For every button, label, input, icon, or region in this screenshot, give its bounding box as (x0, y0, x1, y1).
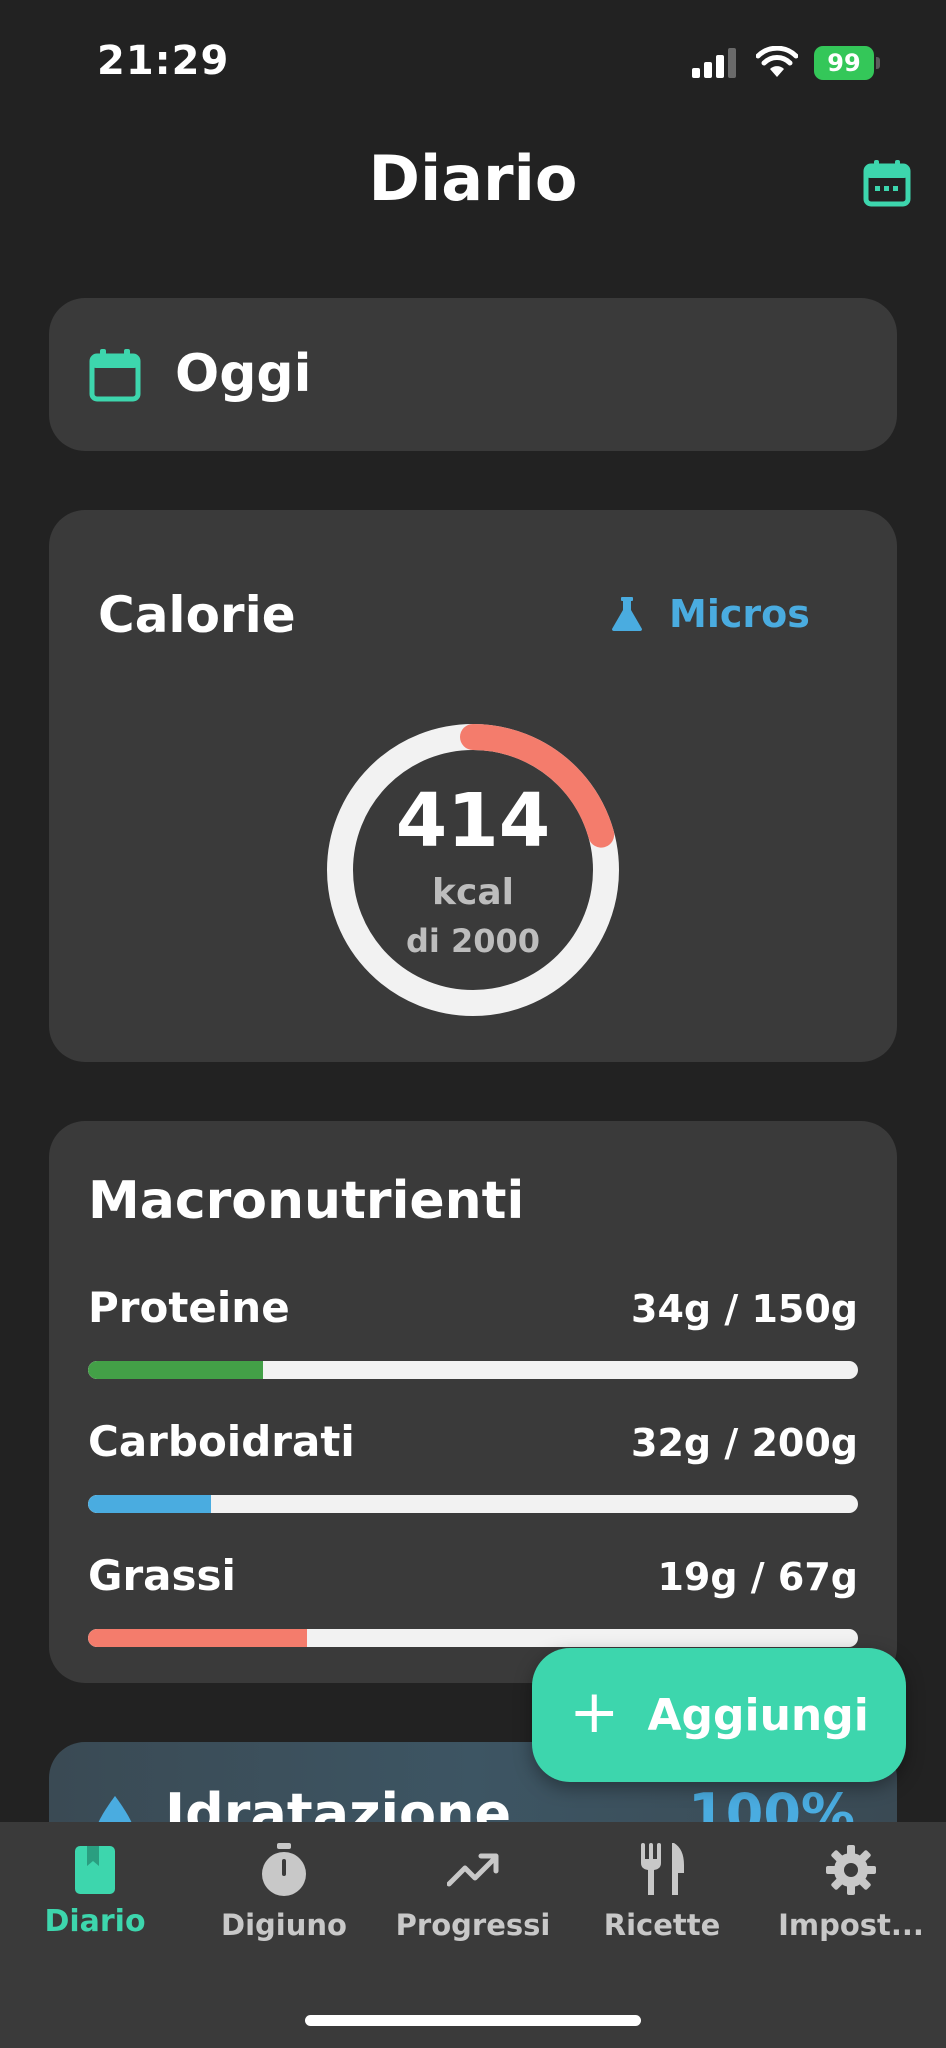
calendar-icon[interactable] (862, 158, 912, 208)
tab-impostazioni[interactable]: Impost... (756, 1822, 946, 1962)
fork-knife-icon (634, 1842, 690, 1898)
macros-title: Macronutrienti (88, 1171, 525, 1231)
gear-icon (823, 1842, 879, 1898)
calories-card: Calorie Micros 414 kcal di 2000 (49, 510, 897, 1062)
date-selector[interactable]: Oggi (49, 298, 897, 451)
calories-title: Calorie (98, 586, 296, 644)
stopwatch-icon (256, 1842, 312, 1898)
book-icon (67, 1842, 123, 1898)
flask-icon (612, 597, 642, 631)
wifi-icon (756, 46, 798, 77)
add-button-label: Aggiungi (647, 1689, 869, 1741)
tab-label: Digiuno (221, 1908, 347, 1942)
signal-icon (692, 48, 736, 78)
status-bar: 21:29 99 (0, 0, 946, 120)
tab-diario[interactable]: Diario (0, 1822, 190, 1962)
page-title: Diario (368, 142, 578, 215)
tab-label: Diario (44, 1904, 146, 1939)
tab-digiuno[interactable]: Digiuno (189, 1822, 379, 1962)
tab-bar: Diario Digiuno Progressi Ricette Impost.… (0, 1822, 946, 2048)
macro-name: Grassi (88, 1551, 236, 1600)
add-button[interactable]: + Aggiungi (532, 1648, 906, 1782)
macro-progress-track (88, 1629, 858, 1647)
plus-icon: + (569, 1677, 620, 1747)
calorie-ring (327, 724, 619, 1016)
tab-ricette[interactable]: Ricette (567, 1822, 757, 1962)
macro-progress-fill (88, 1629, 307, 1647)
calories-goal: di 2000 (405, 922, 541, 960)
macro-progress-fill (88, 1361, 263, 1379)
tab-progressi[interactable]: Progressi (378, 1822, 568, 1962)
macro-name: Proteine (88, 1283, 290, 1332)
battery-charging-icon: 99 (814, 46, 880, 80)
macro-progress-fill (88, 1495, 212, 1513)
trending-up-icon (445, 1842, 501, 1898)
home-indicator (305, 2015, 641, 2026)
micros-button[interactable]: Micros (611, 592, 810, 636)
calories-unit: kcal (432, 872, 514, 913)
micros-label: Micros (669, 592, 810, 636)
tab-label: Progressi (395, 1908, 551, 1942)
macro-progress-track (88, 1361, 858, 1379)
tab-label: Ricette (603, 1908, 721, 1942)
macro-name: Carboidrati (88, 1417, 355, 1466)
status-time: 21:29 (97, 38, 230, 84)
date-label: Oggi (175, 344, 312, 404)
macro-value: 34g / 150g (631, 1287, 858, 1331)
calories-consumed: 414 (395, 778, 551, 864)
macro-value: 19g / 67g (657, 1555, 858, 1599)
tab-label: Impost... (778, 1908, 924, 1942)
macro-value: 32g / 200g (631, 1421, 858, 1465)
macros-card: Macronutrienti Proteine 34g / 150g Carbo… (49, 1121, 897, 1683)
battery-level: 99 (827, 49, 861, 77)
macro-progress-track (88, 1495, 858, 1513)
calendar-icon (89, 349, 141, 402)
